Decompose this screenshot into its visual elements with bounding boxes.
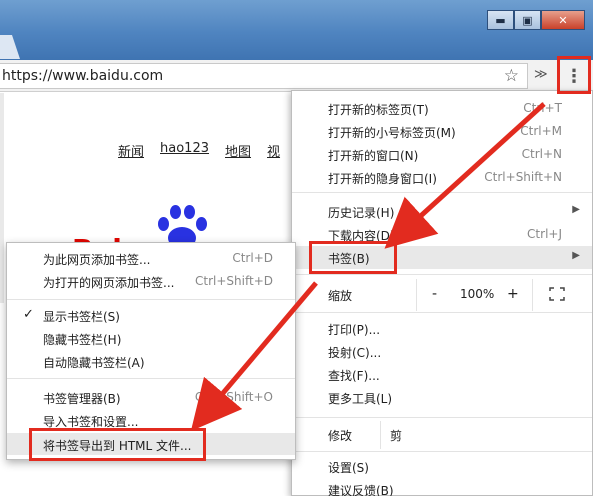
menu-item-label: 查找(F)... — [328, 369, 380, 383]
minimize-button[interactable]: ▬ — [487, 10, 514, 30]
menu-item-label: 打开新的隐身窗口(I) — [328, 172, 437, 186]
menu-item-history[interactable]: 历史记录(H) ▶ — [292, 200, 592, 223]
menu-item-label: 打开新的窗口(N) — [328, 149, 419, 163]
close-button[interactable]: ✕ — [541, 10, 585, 30]
nav-link-hao123[interactable]: hao123 — [160, 141, 209, 160]
menu-item-shortcut: Ctrl+N — [521, 147, 562, 161]
title-bar: ▬ ▣ ✕ — [0, 0, 593, 60]
highlight-box-export — [29, 428, 206, 461]
baidu-nav: 新闻 hao123 地图 视 — [118, 141, 280, 160]
menu-divider — [292, 274, 592, 275]
menu-item-new-incognito-tab[interactable]: 打开新的小号标签页(M) Ctrl+M — [292, 120, 592, 143]
edit-row: 修改 剪 — [292, 421, 592, 449]
submenu-item-hide-bookmarks-bar[interactable]: 隐藏书签栏(H) — [7, 327, 295, 349]
menu-divider — [292, 451, 592, 452]
browser-tab[interactable] — [0, 35, 20, 59]
highlight-box-menu-button — [557, 56, 591, 94]
submenu-item-label: 显示书签栏(S) — [43, 310, 120, 324]
menu-item-feedback[interactable]: 建议反馈(B) — [292, 478, 592, 496]
menu-item-label: 设置(S) — [328, 461, 369, 475]
menu-item-more-tools[interactable]: 更多工具(L) — [292, 386, 592, 409]
menu-item-label: 建议反馈(B) — [328, 484, 394, 496]
page-scroll-gutter — [0, 93, 4, 303]
highlight-box-bookmarks — [309, 241, 397, 274]
url-text[interactable]: https://www.baidu.com — [2, 68, 163, 84]
menu-item-new-window[interactable]: 打开新的窗口(N) Ctrl+N — [292, 143, 592, 166]
menu-item-label: 打开新的小号标签页(M) — [328, 126, 456, 140]
menu-divider — [292, 417, 592, 418]
edit-label: 修改 — [328, 429, 353, 443]
zoom-out-button[interactable]: - — [432, 286, 437, 302]
zoom-divider — [416, 279, 417, 311]
submenu-item-bookmark-manager[interactable]: 书签管理器(B) Ctrl+Shift+O — [7, 386, 295, 408]
window-controls: ▬ ▣ ✕ — [487, 10, 585, 30]
submenu-divider — [7, 378, 295, 379]
submenu-item-show-bookmarks-bar[interactable]: ✓ 显示书签栏(S) — [7, 304, 295, 326]
menu-item-shortcut: Ctrl+Shift+N — [484, 170, 562, 184]
menu-divider — [292, 312, 592, 313]
maximize-button[interactable]: ▣ — [514, 10, 541, 30]
submenu-item-shortcut: Ctrl+D — [232, 251, 273, 265]
menu-item-label: 更多工具(L) — [328, 392, 393, 406]
nav-link-video[interactable]: 视 — [267, 141, 280, 160]
menu-item-shortcut: Ctrl+T — [523, 101, 562, 115]
submenu-item-label: 为此网页添加书签... — [43, 253, 151, 267]
zoom-level: 100% — [460, 287, 495, 301]
address-bar[interactable]: https://www.baidu.com ☆ — [0, 63, 528, 89]
cut-button[interactable]: 剪 — [390, 427, 402, 444]
browser-toolbar: https://www.baidu.com ☆ ≫ — [0, 60, 593, 92]
submenu-item-label: 隐藏书签栏(H) — [43, 333, 122, 347]
menu-item-new-private-window[interactable]: 打开新的隐身窗口(I) Ctrl+Shift+N — [292, 166, 592, 189]
submenu-divider — [7, 299, 295, 300]
menu-item-shortcut: Ctrl+M — [520, 124, 562, 138]
menu-item-shortcut: Ctrl+J — [527, 227, 562, 241]
chrome-main-menu: 打开新的标签页(T) Ctrl+T 打开新的小号标签页(M) Ctrl+M 打开… — [291, 90, 593, 496]
menu-item-new-tab[interactable]: 打开新的标签页(T) Ctrl+T — [292, 97, 592, 120]
checkmark-icon: ✓ — [23, 307, 34, 322]
submenu-item-label: 书签管理器(B) — [43, 392, 121, 406]
menu-item-cast[interactable]: 投射(C)... — [292, 340, 592, 363]
nav-link-news[interactable]: 新闻 — [118, 141, 144, 160]
chevron-double-icon[interactable]: ≫ — [534, 67, 548, 82]
zoom-label: 缩放 — [328, 289, 353, 303]
submenu-item-shortcut: Ctrl+Shift+O — [194, 390, 273, 404]
zoom-in-button[interactable]: + — [507, 286, 519, 302]
menu-item-label: 打印(P)... — [328, 323, 381, 337]
submenu-item-shortcut: Ctrl+Shift+D — [195, 274, 273, 288]
fullscreen-icon[interactable] — [549, 287, 565, 301]
submenu-item-label: 自动隐藏书签栏(A) — [43, 356, 145, 370]
menu-item-print[interactable]: 打印(P)... — [292, 317, 592, 340]
edit-divider — [380, 421, 381, 449]
star-icon[interactable]: ☆ — [504, 66, 519, 86]
submenu-arrow-icon: ▶ — [572, 204, 580, 215]
nav-link-map[interactable]: 地图 — [225, 141, 251, 160]
menu-item-label: 打开新的标签页(T) — [328, 103, 429, 117]
submenu-item-label: 为打开的网页添加书签... — [43, 276, 175, 290]
zoom-divider — [532, 279, 533, 311]
submenu-item-bookmark-open-pages[interactable]: 为打开的网页添加书签... Ctrl+Shift+D — [7, 270, 295, 292]
menu-item-find[interactable]: 查找(F)... — [292, 363, 592, 386]
menu-item-settings[interactable]: 设置(S) — [292, 455, 592, 478]
menu-divider — [292, 192, 592, 193]
submenu-arrow-icon: ▶ — [572, 250, 580, 261]
submenu-item-auto-hide-bookmarks-bar[interactable]: 自动隐藏书签栏(A) — [7, 350, 295, 372]
zoom-row: 缩放 - 100% + — [292, 279, 592, 311]
submenu-item-bookmark-page[interactable]: 为此网页添加书签... Ctrl+D — [7, 247, 295, 269]
menu-item-label: 投射(C)... — [328, 346, 382, 360]
menu-item-label: 历史记录(H) — [328, 206, 395, 220]
